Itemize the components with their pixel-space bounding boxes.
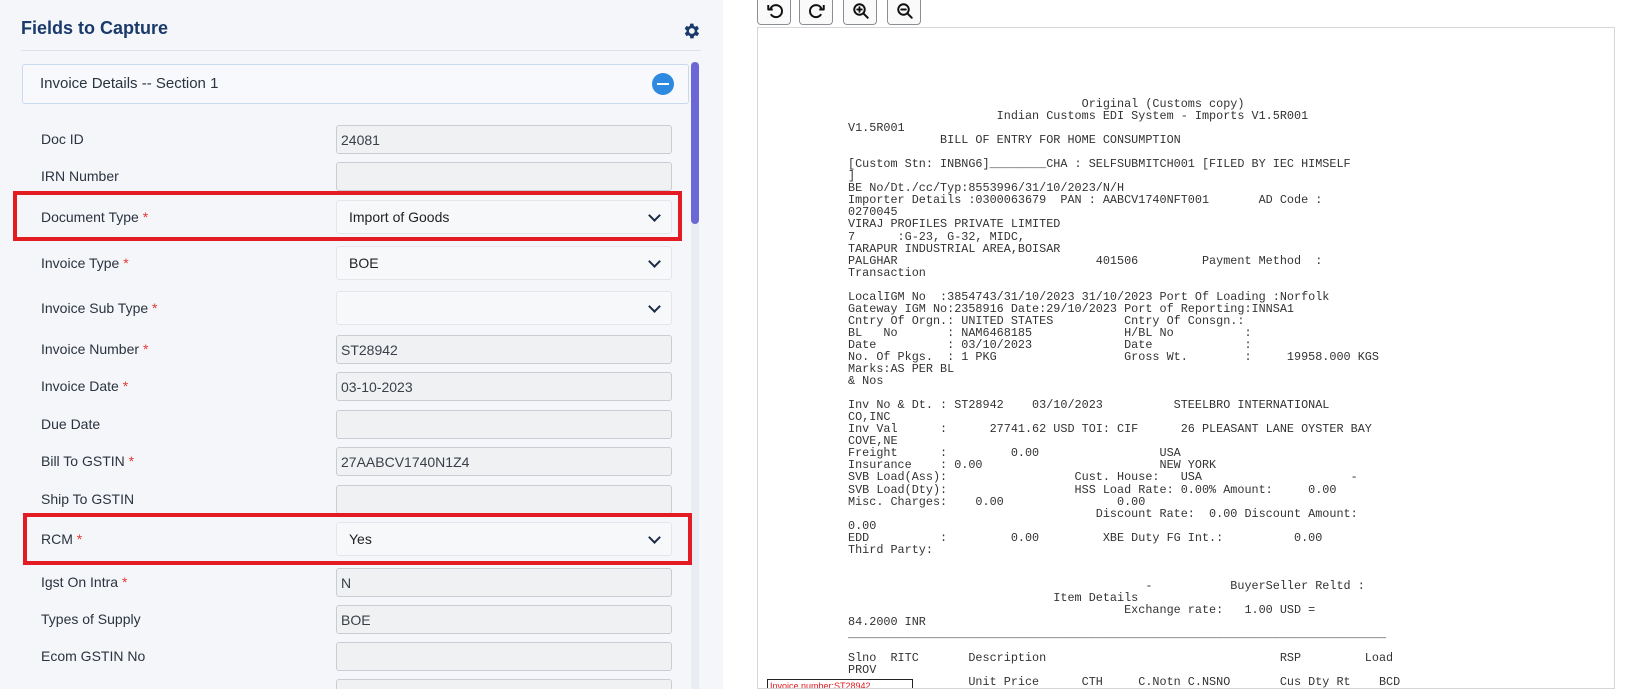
label-invoice-date: Invoice Date * [41, 378, 129, 394]
label-invoice-sub-type: Invoice Sub Type * [41, 300, 158, 316]
label-doc-id: Doc ID [41, 131, 84, 147]
invoice-number-overlay: Invoice number:ST28942 [767, 679, 913, 688]
invoice-sub-type-select[interactable] [336, 291, 672, 325]
rotate-left-icon [767, 4, 783, 19]
doc-id-field[interactable]: 24081 [336, 125, 672, 154]
document-line: VIRAJ PROFILES PRIVATE LIMITED [848, 217, 1061, 232]
chevron-down-icon [648, 300, 661, 313]
section-header[interactable]: Invoice Details -- Section 1 [22, 64, 689, 104]
document-line: TARAPUR INDUSTRIAL AREA,BOISAR [848, 241, 1061, 256]
irn-number-field[interactable] [336, 162, 672, 191]
label-bill-to-gstin: Bill To GSTIN * [41, 453, 135, 469]
label-ship-to-gstin: Ship To GSTIN [41, 491, 135, 507]
document-line: Exchange rate: 1.00 USD = [848, 602, 1316, 617]
zoom-in-icon [853, 3, 869, 19]
invoice-number-field[interactable]: ST28942 [336, 335, 672, 364]
collapse-icon[interactable] [652, 73, 674, 95]
invoice-type-select[interactable]: BOE [336, 246, 672, 280]
bill-to-gstin-field[interactable]: 27AABCV1740N1Z4 [336, 447, 672, 476]
document-line: Inv Val : 27741.62 USD TOI: CIF 26 PLEAS… [848, 422, 1372, 437]
next-field-partial[interactable] [336, 679, 672, 689]
section-title: Invoice Details -- Section 1 [40, 75, 219, 92]
label-due-date: Due Date [41, 416, 101, 432]
highlight-document-type [13, 191, 682, 241]
document-line: Indian Customs EDI System - Imports V1.5… [848, 109, 1309, 124]
zoom-out-icon [897, 3, 913, 19]
document-line: Discount Rate: 0.00 Discount Amount: [848, 506, 1358, 521]
document-line: & Nos [848, 374, 884, 389]
label-ecom-gstin-no: Ecom GSTIN No [41, 648, 146, 664]
invoice-date-field[interactable]: 03-10-2023 [336, 372, 672, 401]
required-marker: * [122, 378, 129, 394]
document-line: Third Party: [848, 542, 933, 557]
document-line: SVB Load(Ass): Cust. House: USA - [848, 470, 1358, 485]
fields-panel: Fields to Capture Invoice Details -- Sec… [0, 0, 723, 689]
document-line: Misc. Charges: 0.00 0.00 [848, 494, 1146, 509]
ship-to-gstin-field[interactable] [336, 485, 672, 514]
document-line: Unit Price CTH C.Notn C.NSNO Cus Dty Rt … [848, 675, 1401, 689]
label-irn-number: IRN Number [41, 168, 119, 184]
document-line: PALGHAR 401506 Payment Method : [848, 253, 1323, 268]
rotate-right-button[interactable] [799, 0, 833, 25]
document-line: SVB Load(Dty): HSS Load Rate: 0.00% Amou… [848, 482, 1337, 497]
zoom-out-button[interactable] [887, 0, 921, 25]
required-marker: * [128, 453, 135, 469]
chevron-down-icon [648, 255, 661, 268]
ecom-gstin-no-field[interactable] [336, 642, 672, 671]
document-line: Transaction [848, 265, 926, 280]
required-marker: * [123, 255, 129, 271]
document-line: Marks:AS PER BL [848, 362, 955, 377]
document-viewer[interactable]: Original (Customs copy) Indian Customs E… [757, 27, 1615, 689]
bill-of-entry-document: Original (Customs copy) Indian Customs E… [848, 98, 1400, 688]
document-line: ________________________________________… [848, 627, 1387, 642]
rotate-left-button[interactable] [757, 0, 791, 25]
document-line: Importer Details :0300063679 PAN : AABCV… [848, 193, 1323, 208]
document-line: 7 :G-23, G-32, MIDC, [848, 229, 1025, 244]
panel-title: Fields to Capture [21, 18, 169, 38]
required-marker: * [121, 574, 128, 590]
document-line: Slno RITC Description RSP Load [848, 651, 1394, 666]
required-marker: * [142, 341, 149, 357]
document-line: BILL OF ENTRY FOR HOME CONSUMPTION [848, 133, 1181, 148]
document-line: [Custom Stn: INBNG6]________CHA : SELFSU… [848, 157, 1351, 172]
types-of-supply-field[interactable]: BOE [336, 605, 672, 634]
document-line: EDD : 0.00 XBE Duty FG Int.: 0.00 [848, 530, 1323, 545]
document-line: LocalIGM No :3854743/31/10/2023 31/10/20… [848, 289, 1330, 304]
gear-icon[interactable] [681, 21, 701, 41]
highlight-rcm [23, 513, 692, 565]
scrollbar-thumb[interactable] [691, 62, 699, 224]
igst-on-intra-field[interactable]: N [336, 568, 672, 597]
rotate-right-icon [809, 4, 825, 19]
document-line: 0.00 [848, 518, 877, 533]
label-igst-on-intra: Igst On Intra * [41, 574, 128, 590]
label-invoice-type: Invoice Type * [41, 255, 129, 271]
zoom-in-button[interactable] [843, 0, 877, 25]
due-date-field[interactable] [336, 410, 672, 439]
document-line: Inv No & Dt. : ST28942 03/10/2023 STEELB… [848, 398, 1330, 413]
title-divider [21, 50, 701, 51]
label-invoice-number: Invoice Number * [41, 341, 149, 357]
label-types-of-supply: Types of Supply [41, 611, 141, 627]
required-marker: * [152, 300, 158, 316]
